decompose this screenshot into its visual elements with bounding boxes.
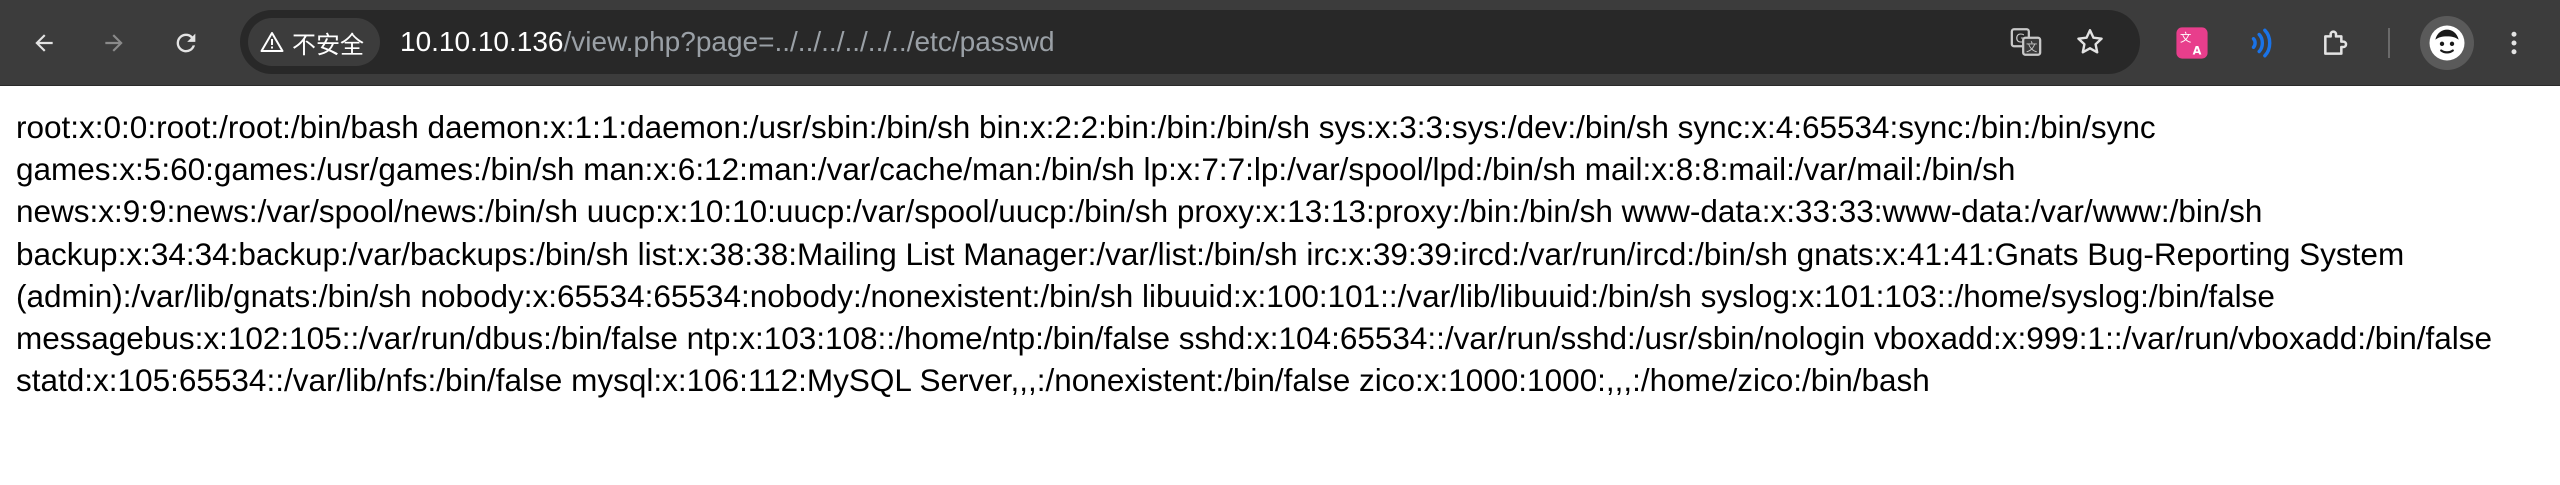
translate-button[interactable]: G 文 (2008, 24, 2044, 60)
translate-extension-icon: 文 A (2176, 27, 2208, 59)
signal-extension-icon (2251, 28, 2272, 58)
menu-button[interactable] (2492, 21, 2536, 65)
address-bar[interactable]: 不安全 10.10.10.136/view.php?page=../../../… (240, 10, 2140, 74)
translate-extension-button[interactable]: 文 A (2170, 21, 2214, 65)
back-button[interactable] (22, 21, 66, 65)
security-label: 不安全 (292, 30, 364, 59)
url-host: 10.10.10.136 (400, 26, 564, 57)
url-path: /view.php?page=../../../../../../etc/pas… (563, 26, 1055, 57)
signal-extension-button[interactable] (2240, 21, 2284, 65)
warning-triangle-icon (260, 32, 284, 52)
forward-arrow-icon (105, 34, 123, 52)
url-text[interactable]: 10.10.10.136/view.php?page=../../../../.… (400, 10, 1055, 74)
star-icon (2077, 29, 2103, 54)
kebab-menu-icon (2511, 31, 2517, 55)
reload-icon (176, 33, 196, 53)
puzzle-icon (2324, 30, 2348, 55)
site-security-chip[interactable]: 不安全 (248, 18, 380, 66)
svg-text:文: 文 (2026, 40, 2037, 54)
bookmark-button[interactable] (2072, 24, 2108, 60)
avatar-icon (2429, 25, 2465, 61)
svg-text:文: 文 (2180, 31, 2191, 45)
toolbar-divider (2388, 28, 2390, 58)
profile-button[interactable] (2420, 16, 2474, 70)
translate-icon: G 文 (2010, 28, 2042, 56)
browser-toolbar: 不安全 10.10.10.136/view.php?page=../../../… (0, 0, 2560, 86)
reload-button[interactable] (164, 21, 208, 65)
back-arrow-icon (35, 34, 53, 52)
forward-button[interactable] (92, 21, 136, 65)
extensions-button[interactable] (2314, 21, 2358, 65)
passwd-file-content: root:x:0:0:root:/root:/bin/bash daemon:x… (16, 109, 2501, 399)
svg-text:A: A (2193, 43, 2202, 57)
